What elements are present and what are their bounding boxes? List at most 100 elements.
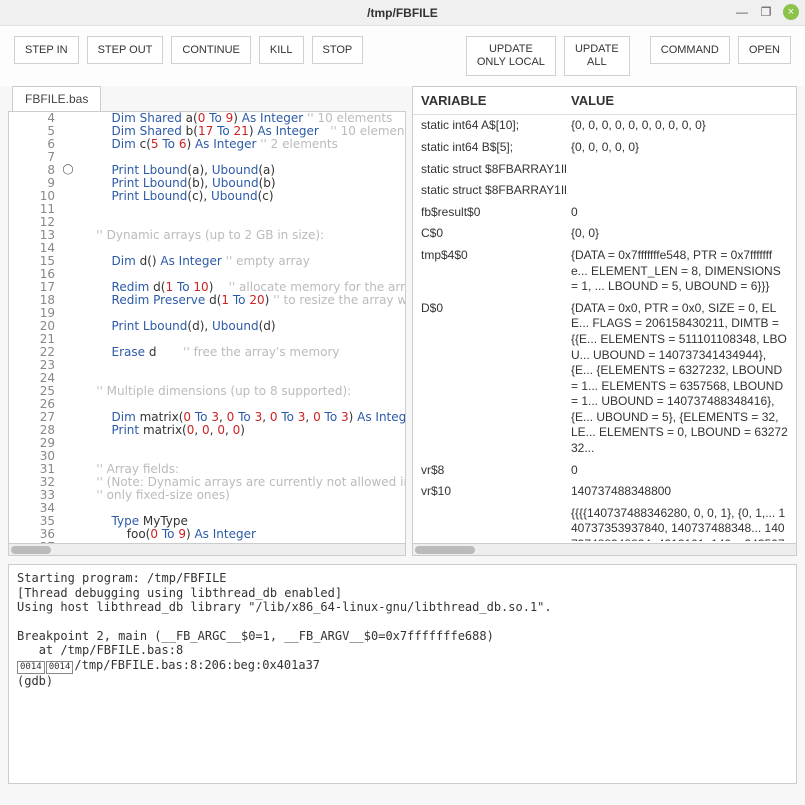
variable-row[interactable]: vr$80 xyxy=(413,460,796,482)
variable-row[interactable]: vr$10140737488348800 xyxy=(413,481,796,503)
code-line[interactable]: 37 xyxy=(9,541,405,543)
code-line[interactable]: 16 xyxy=(9,268,405,281)
variable-row[interactable]: fb$result$00 xyxy=(413,202,796,224)
variable-row[interactable]: D$0{DATA = 0x0, PTR = 0x0, SIZE = 0, ELE… xyxy=(413,298,796,460)
kill-button[interactable]: KILL xyxy=(259,36,304,64)
line-number: 28 xyxy=(9,424,59,437)
code-line[interactable]: 33 '' only fixed-size ones) xyxy=(9,489,405,502)
code-line[interactable]: 25 '' Multiple dimensions (up to 8 suppo… xyxy=(9,385,405,398)
code-line[interactable]: 32 '' (Note: Dynamic arrays are currentl… xyxy=(9,476,405,489)
code-line[interactable]: 34 xyxy=(9,502,405,515)
code-pane[interactable]: 4 Dim Shared a(0 To 9) As Integer '' 10 … xyxy=(8,111,406,544)
variable-value: {{{{140737488346280, 0, 0, 1}, {0, 1,...… xyxy=(571,506,788,542)
variable-name: static struct $8FBARRAY1Il xyxy=(421,162,571,178)
close-icon[interactable]: × xyxy=(783,4,799,20)
variable-name: vr$8 xyxy=(421,463,571,479)
code-line[interactable]: 15 Dim d() As Integer '' empty array xyxy=(9,255,405,268)
variable-row[interactable]: static struct $8FBARRAY1Il xyxy=(413,180,796,202)
code-line[interactable]: 12 xyxy=(9,216,405,229)
open-button[interactable]: OPEN xyxy=(738,36,791,64)
code-line[interactable]: 20 Print Lbound(d), Ubound(d) xyxy=(9,320,405,333)
code-line[interactable]: 14 xyxy=(9,242,405,255)
variables-pane[interactable]: VARIABLE VALUE static int64 A$[10];{0, 0… xyxy=(412,86,797,544)
code-line[interactable]: 18 Redim Preserve d(1 To 20) '' to resiz… xyxy=(9,294,405,307)
variables-column: VARIABLE VALUE static int64 A$[10];{0, 0… xyxy=(412,86,797,556)
code-line[interactable]: 29 xyxy=(9,437,405,450)
update-local-l2: ONLY LOCAL xyxy=(477,56,545,69)
code-line[interactable]: 22 Erase d '' free the array's memory xyxy=(9,346,405,359)
code-text: '' Array fields: xyxy=(77,463,179,476)
minimize-icon[interactable]: — xyxy=(735,5,749,19)
line-number: 11 xyxy=(9,203,59,216)
line-number: 15 xyxy=(9,255,59,268)
line-number: 32 xyxy=(9,476,59,489)
line-number: 30 xyxy=(9,450,59,463)
code-line[interactable]: 7 xyxy=(9,151,405,164)
step-in-button[interactable]: STEP IN xyxy=(14,36,79,64)
code-line[interactable]: 11 xyxy=(9,203,405,216)
code-line[interactable]: 13 '' Dynamic arrays (up to 2 GB in size… xyxy=(9,229,405,242)
code-text: Dim d() As Integer '' empty array xyxy=(77,255,310,268)
code-line[interactable]: 8◯ Print Lbound(a), Ubound(a) xyxy=(9,164,405,177)
variable-row[interactable]: static struct $8FBARRAY1Il xyxy=(413,159,796,181)
console-box1: 0014 xyxy=(17,661,45,674)
variable-row[interactable]: static int64 B$[5];{0, 0, 0, 0, 0} xyxy=(413,137,796,159)
variable-row[interactable]: {{{{140737488346280, 0, 0, 1}, {0, 1,...… xyxy=(413,503,796,542)
line-number: 21 xyxy=(9,333,59,346)
line-number: 4 xyxy=(9,112,59,125)
command-button[interactable]: COMMAND xyxy=(650,36,730,64)
code-hscroll[interactable] xyxy=(8,544,406,556)
code-line[interactable]: 27 Dim matrix(0 To 3, 0 To 3, 0 To 3, 0 … xyxy=(9,411,405,424)
code-line[interactable]: 28 Print matrix(0, 0, 0, 0) xyxy=(9,424,405,437)
update-local-button[interactable]: UPDATE ONLY LOCAL xyxy=(466,36,556,76)
stop-button[interactable]: STOP xyxy=(312,36,364,64)
code-line[interactable]: 19 xyxy=(9,307,405,320)
code-line[interactable]: 10 Print Lbound(c), Ubound(c) xyxy=(9,190,405,203)
code-text: '' Dynamic arrays (up to 2 GB in size): xyxy=(77,229,324,242)
vars-hscroll[interactable] xyxy=(412,544,797,556)
file-tab[interactable]: FBFILE.bas xyxy=(12,86,101,111)
code-text: Print Lbound(b), Ubound(b) xyxy=(77,177,276,190)
line-number: 10 xyxy=(9,190,59,203)
variable-value: 140737488348800 xyxy=(571,484,788,500)
variable-name: static int64 A$[10]; xyxy=(421,118,571,134)
code-line[interactable]: 36 foo(0 To 9) As Integer xyxy=(9,528,405,541)
variable-value: 0 xyxy=(571,205,788,221)
code-line[interactable]: 35 Type MyType xyxy=(9,515,405,528)
maximize-icon[interactable]: ❐ xyxy=(759,5,773,19)
line-number: 22 xyxy=(9,346,59,359)
variable-value: {0, 0} xyxy=(571,226,788,242)
code-line[interactable]: 30 xyxy=(9,450,405,463)
console-output[interactable]: Starting program: /tmp/FBFILE [Thread de… xyxy=(8,564,797,784)
variable-value: {DATA = 0x0, PTR = 0x0, SIZE = 0, ELE...… xyxy=(571,301,788,457)
var-col-name: VARIABLE xyxy=(421,93,571,108)
line-number: 12 xyxy=(9,216,59,229)
line-number: 27 xyxy=(9,411,59,424)
code-text: Type MyType xyxy=(77,515,188,528)
code-text: Redim d(1 To 10) '' allocate memory for … xyxy=(77,281,405,294)
code-text: Print matrix(0, 0, 0, 0) xyxy=(77,424,245,437)
code-line[interactable]: 26 xyxy=(9,398,405,411)
var-col-value: VALUE xyxy=(571,93,614,108)
variable-row[interactable]: C$0{0, 0} xyxy=(413,223,796,245)
variable-name: vr$10 xyxy=(421,484,571,500)
continue-button[interactable]: CONTINUE xyxy=(171,36,250,64)
window-title: /tmp/FBFILE xyxy=(367,6,438,20)
line-number: 31 xyxy=(9,463,59,476)
update-all-button[interactable]: UPDATE ALL xyxy=(564,36,630,76)
code-line[interactable]: 6 Dim c(5 To 6) As Integer '' 2 elements xyxy=(9,138,405,151)
variable-row[interactable]: tmp$4$0{DATA = 0x7fffffffe548, PTR = 0x7… xyxy=(413,245,796,298)
update-local-l1: UPDATE xyxy=(489,43,533,56)
breakpoint-marker[interactable]: ◯ xyxy=(59,165,77,176)
code-line[interactable]: 31 '' Array fields: xyxy=(9,463,405,476)
step-out-button[interactable]: STEP OUT xyxy=(87,36,164,64)
variable-row[interactable]: static int64 A$[10];{0, 0, 0, 0, 0, 0, 0… xyxy=(413,115,796,137)
code-line[interactable]: 21 xyxy=(9,333,405,346)
code-line[interactable]: 24 xyxy=(9,372,405,385)
code-line[interactable]: 5 Dim Shared b(17 To 21) As Integer '' 1… xyxy=(9,125,405,138)
code-line[interactable]: 9 Print Lbound(b), Ubound(b) xyxy=(9,177,405,190)
code-line[interactable]: 23 xyxy=(9,359,405,372)
code-line[interactable]: 4 Dim Shared a(0 To 9) As Integer '' 10 … xyxy=(9,112,405,125)
code-line[interactable]: 17 Redim d(1 To 10) '' allocate memory f… xyxy=(9,281,405,294)
toolbar: STEP IN STEP OUT CONTINUE KILL STOP UPDA… xyxy=(0,26,805,86)
